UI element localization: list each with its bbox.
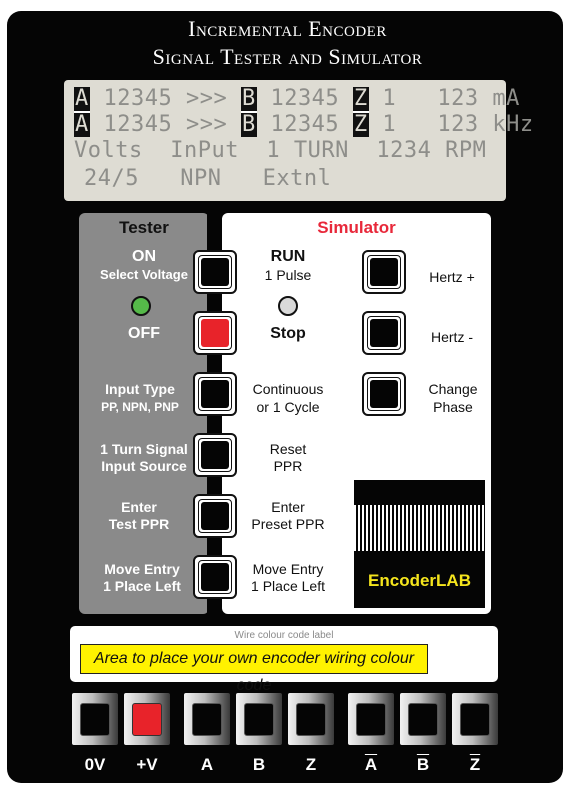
enter-preset-label-1: Enter <box>271 499 305 515</box>
one-pulse-label: 1 Pulse <box>264 267 312 283</box>
terminal-label-plus-v: +V <box>136 755 158 774</box>
lcd-row1-rest: 1 123 mA <box>368 86 520 111</box>
turn-signal-label-1: 1 Turn Signal <box>100 441 188 457</box>
turn-signal-reset-button[interactable] <box>193 433 237 477</box>
simulator-title: Simulator <box>317 218 396 237</box>
lcd-row-3: Volts InPut 1 TURN 1234 RPM <box>74 138 487 163</box>
change-phase-button[interactable] <box>362 372 406 416</box>
continuous-label-2: or 1 Cycle <box>256 399 320 415</box>
terminal-a[interactable] <box>184 693 230 745</box>
terminal-z[interactable] <box>288 693 334 745</box>
sim-move-entry-label-1: Move Entry <box>252 561 324 577</box>
encoderlab-logo: EncoderLAB <box>354 480 485 608</box>
enter-test-label-2: Test PPR <box>108 516 170 532</box>
terminal-label-a: A <box>200 755 214 774</box>
tester-off-label: OFF <box>128 325 160 342</box>
lcd-display: A 12345 >>> B 12345 Z 1 123 mA A 12345 >… <box>64 80 533 201</box>
hertz-plus-label: Hertz + <box>429 269 475 285</box>
enter-preset-label-2: Preset PPR <box>251 516 325 532</box>
wire-colour-caption: Wire colour code label <box>234 630 334 641</box>
continuous-label-1: Continuous <box>252 381 324 397</box>
lcd-row-4: 24/5 NPN Extnl <box>84 166 332 191</box>
terminal-z-bar[interactable] <box>452 693 498 745</box>
turn-signal-label-2: Input Source <box>101 458 187 474</box>
title-line-1: Incremental Encoder <box>188 16 387 41</box>
change-phase-label-1: Change <box>428 381 478 397</box>
terminal-b[interactable] <box>236 693 282 745</box>
hertz-minus-button[interactable] <box>362 311 406 355</box>
input-type-continuous-button[interactable] <box>193 372 237 416</box>
lcd-channel-z-inverted: Z <box>352 112 369 137</box>
hertz-minus-label: Hertz - <box>431 329 473 345</box>
lcd-channel-b: B <box>240 86 257 113</box>
encoder-stripes-icon <box>354 505 485 551</box>
tester-title: Tester <box>119 218 169 237</box>
title-line-2: Signal Tester and Simulator <box>152 44 423 69</box>
lcd-row-2: A 12345 >>> B 12345 Z 1 123 kHz <box>74 112 534 137</box>
terminal-0v[interactable] <box>72 693 118 745</box>
move-entry-button[interactable] <box>193 555 237 599</box>
tester-on-label: ON <box>132 248 156 265</box>
run-label: RUN <box>270 248 306 265</box>
logo-text: EncoderLAB <box>368 571 471 590</box>
input-type-sub-label: PP, NPN, PNP <box>101 400 179 414</box>
on-run-button[interactable] <box>193 250 237 294</box>
lcd-channel-a-inverted: A <box>74 112 90 137</box>
hertz-plus-button[interactable] <box>362 250 406 294</box>
wire-colour-label-area: Wire colour code label Area to place you… <box>70 626 498 694</box>
simulator-status-led <box>278 296 298 316</box>
enter-test-label-1: Enter <box>121 499 157 515</box>
lcd-count-a: 12345 >>> <box>89 86 241 111</box>
change-phase-label-2: Phase <box>433 399 473 415</box>
wire-colour-placeholder: Area to place your own encoder wiring co… <box>80 644 428 694</box>
terminal-label-0v: 0V <box>84 755 106 774</box>
tester-move-entry-label-2: 1 Place Left <box>103 578 181 594</box>
reset-ppr-label-2: PPR <box>273 458 303 474</box>
terminal-b-bar[interactable] <box>400 693 446 745</box>
terminal-label-a-bar: A <box>364 755 378 774</box>
input-type-label: Input Type <box>105 381 175 397</box>
terminal-plus-v[interactable] <box>124 693 170 745</box>
tester-status-led <box>131 296 151 316</box>
terminal-label-b-bar: B <box>416 755 430 774</box>
stop-label: Stop <box>270 325 306 342</box>
enter-ppr-button[interactable] <box>193 494 237 538</box>
sim-move-entry-label-2: 1 Place Left <box>251 578 325 594</box>
lcd-row2-rest: 1 123 kHz <box>368 112 534 137</box>
select-voltage-label: Select Voltage <box>100 267 188 282</box>
terminal-label-z-bar: Z <box>469 755 481 774</box>
off-stop-button[interactable] <box>193 311 237 355</box>
lcd-channel-a: A <box>74 86 90 113</box>
lcd-count-b: 12345 <box>256 86 353 111</box>
lcd-channel-b-inverted: B <box>240 112 257 137</box>
tester-move-entry-label-1: Move Entry <box>104 561 180 577</box>
lcd-channel-z: Z <box>352 86 369 113</box>
lcd-count-a-inverted: 12345 >>> <box>89 112 241 137</box>
reset-ppr-label-1: Reset <box>269 441 307 457</box>
terminal-label-z: Z <box>305 755 317 774</box>
terminal-label-b: B <box>252 755 266 774</box>
lcd-count-b-inverted: 12345 <box>256 112 353 137</box>
lcd-row-1: A 12345 >>> B 12345 Z 1 123 mA <box>74 86 520 113</box>
terminal-a-bar[interactable] <box>348 693 394 745</box>
